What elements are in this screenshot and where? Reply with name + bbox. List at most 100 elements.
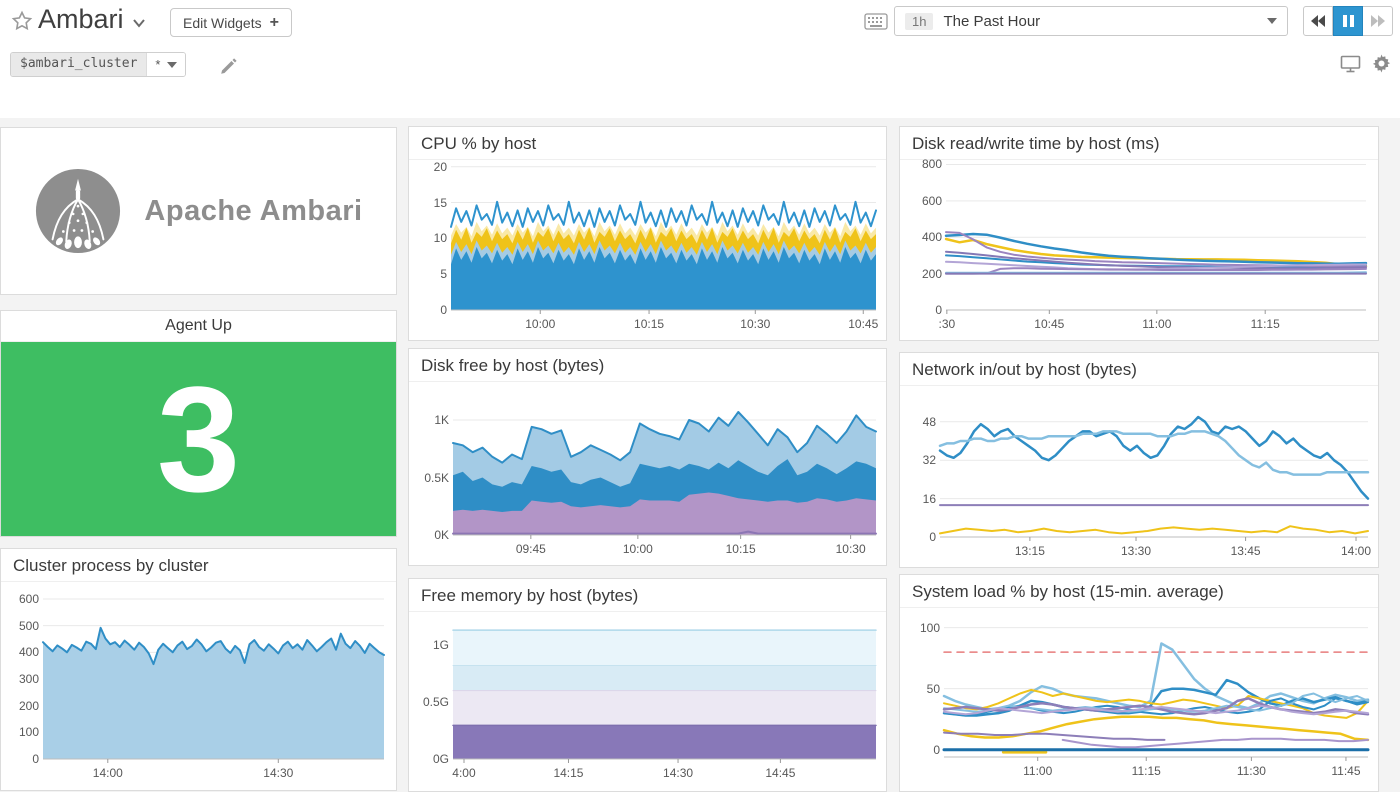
y-axis-label: 20 (411, 160, 447, 174)
disk-rw-chart[interactable] (946, 159, 1366, 310)
dashboard-title: Ambari (38, 4, 124, 35)
y-axis-label: 600 (906, 194, 942, 208)
y-axis-label: 600 (3, 592, 39, 606)
network-chart[interactable] (940, 393, 1368, 537)
y-axis-label: 0 (411, 303, 447, 317)
ambari-logo-wrap: Apache Ambari (1, 128, 396, 294)
time-range-picker[interactable]: 1h The Past Hour (894, 6, 1288, 36)
x-axis-label: 10:30 (727, 317, 783, 331)
y-axis-label: 100 (904, 621, 940, 635)
free-memory-chart[interactable] (453, 613, 876, 759)
panel-title-free-memory[interactable]: Free memory by host (bytes) (409, 579, 886, 612)
x-axis-label: 13:30 (1108, 544, 1164, 558)
y-axis-label: 50 (904, 682, 940, 696)
y-axis-label: 100 (3, 725, 39, 739)
x-axis-label: 14:15 (540, 766, 596, 780)
settings-gear-icon[interactable] (1372, 54, 1391, 73)
panel-agent-up: Agent Up 3 (0, 310, 397, 537)
dashboard-menu-chevron-down-icon[interactable] (130, 14, 148, 32)
x-axis-label: 10:30 (823, 542, 879, 556)
y-axis-label: 200 (906, 267, 942, 281)
y-axis-label: 800 (906, 157, 942, 171)
pause-icon (1343, 15, 1354, 27)
x-axis-label: 13:15 (1002, 544, 1058, 558)
y-axis-label: 300 (3, 672, 39, 686)
panel-system-load: System load % by host (15-min. average) … (899, 574, 1379, 792)
y-axis-label: 0.5G (413, 695, 449, 709)
x-axis-label: 11:45 (1318, 764, 1374, 778)
cpu-chart[interactable] (451, 161, 876, 310)
y-axis-label: 200 (3, 699, 39, 713)
x-axis-label: 14:00 (80, 766, 136, 780)
time-range-badge: 1h (905, 13, 933, 30)
y-axis-label: 0 (906, 303, 942, 317)
x-axis-label: 13:45 (1218, 544, 1274, 558)
x-axis-label: 11:15 (1237, 317, 1293, 331)
y-axis-label: 0.5K (413, 471, 449, 485)
y-axis-label: 0K (413, 528, 449, 542)
panel-network: Network in/out by host (bytes) 016324813… (899, 352, 1379, 568)
time-range-label: The Past Hour (943, 13, 1257, 30)
disk-free-chart[interactable] (453, 389, 876, 535)
y-axis-label: 400 (906, 230, 942, 244)
cluster-process-chart[interactable] (43, 591, 384, 759)
x-axis-label: 11:30 (1223, 764, 1279, 778)
favorite-star-icon[interactable] (10, 9, 34, 33)
cluster-variable-dropdown[interactable]: $ambari_cluster * (10, 52, 186, 77)
panel-disk-rw: Disk read/write time by host (ms) 0 200 40… (899, 126, 1379, 341)
y-axis-label: 0 (3, 752, 39, 766)
ambari-logo-icon (34, 167, 122, 255)
display-mode-monitor-icon[interactable] (1340, 55, 1361, 73)
edit-variable-pencil-icon[interactable] (220, 56, 238, 74)
chevron-down-icon (1267, 18, 1277, 24)
x-axis-label: 14:30 (650, 766, 706, 780)
y-axis-label: 1K (413, 413, 449, 427)
system-load-chart[interactable] (944, 613, 1368, 757)
variable-value-text: * (155, 57, 160, 72)
x-axis-label: 11:00 (1010, 764, 1066, 778)
time-control-button-group (1303, 6, 1393, 36)
edit-widgets-button[interactable]: Edit Widgets + (170, 8, 292, 37)
chevron-down-icon (167, 62, 177, 68)
panel-title-disk-free[interactable]: Disk free by host (bytes) (409, 349, 886, 382)
y-axis-label: 5 (411, 267, 447, 281)
y-axis-label: 0G (413, 752, 449, 766)
rewind-button[interactable] (1303, 6, 1333, 36)
panel-title-agent-up[interactable]: Agent Up (1, 311, 396, 342)
panel-disk-free: Disk free by host (bytes) 0K 0.5K 1K 09:45 1… (408, 348, 887, 566)
fast-forward-button[interactable] (1363, 6, 1393, 36)
panel-cluster-process: Cluster process by cluster 0 100 200 300 400… (0, 548, 397, 791)
panel-title-system-load[interactable]: System load % by host (15-min. average) (900, 575, 1378, 608)
agent-up-value: 3 (157, 364, 240, 514)
panel-title-network[interactable]: Network in/out by host (bytes) (900, 353, 1378, 386)
y-axis-label: 16 (900, 492, 936, 506)
y-axis-label: 1G (413, 638, 449, 652)
panel-title-disk-rw[interactable]: Disk read/write time by host (ms) (900, 127, 1378, 160)
panel-title-cluster-process[interactable]: Cluster process by cluster (1, 549, 396, 582)
x-axis-label: :30 (919, 317, 975, 331)
panel-free-memory: Free memory by host (bytes) 0G0.5G1G4:00… (408, 578, 887, 792)
x-axis-label: 11:00 (1129, 317, 1185, 331)
panel-title-cpu[interactable]: CPU % by host (409, 127, 886, 160)
x-axis-label: 10:00 (512, 317, 568, 331)
y-axis-label: 400 (3, 645, 39, 659)
x-axis-label: 10:15 (713, 542, 769, 556)
panel-cpu: CPU % by host 0510152010:0010:1510:3010:… (408, 126, 887, 341)
y-axis-label: 32 (900, 453, 936, 467)
x-axis-label: 11:15 (1118, 764, 1174, 778)
edit-widgets-label: Edit Widgets (183, 15, 262, 31)
pause-button[interactable] (1333, 6, 1363, 36)
x-axis-label: 10:00 (610, 542, 666, 556)
x-axis-label: 10:15 (621, 317, 677, 331)
x-axis-label: 10:45 (1021, 317, 1077, 331)
keyboard-icon[interactable] (864, 13, 888, 30)
brand-text: Apache Ambari (144, 195, 362, 228)
y-axis-label: 10 (411, 231, 447, 245)
variable-name: $ambari_cluster (11, 53, 146, 76)
x-axis-label: 09:45 (503, 542, 559, 556)
x-axis-label: 14:30 (250, 766, 306, 780)
x-axis-label: 14:00 (1328, 544, 1379, 558)
agent-up-singlestat: 3 (1, 342, 396, 536)
y-axis-label: 0 (904, 743, 940, 757)
variable-value[interactable]: * (146, 53, 185, 76)
